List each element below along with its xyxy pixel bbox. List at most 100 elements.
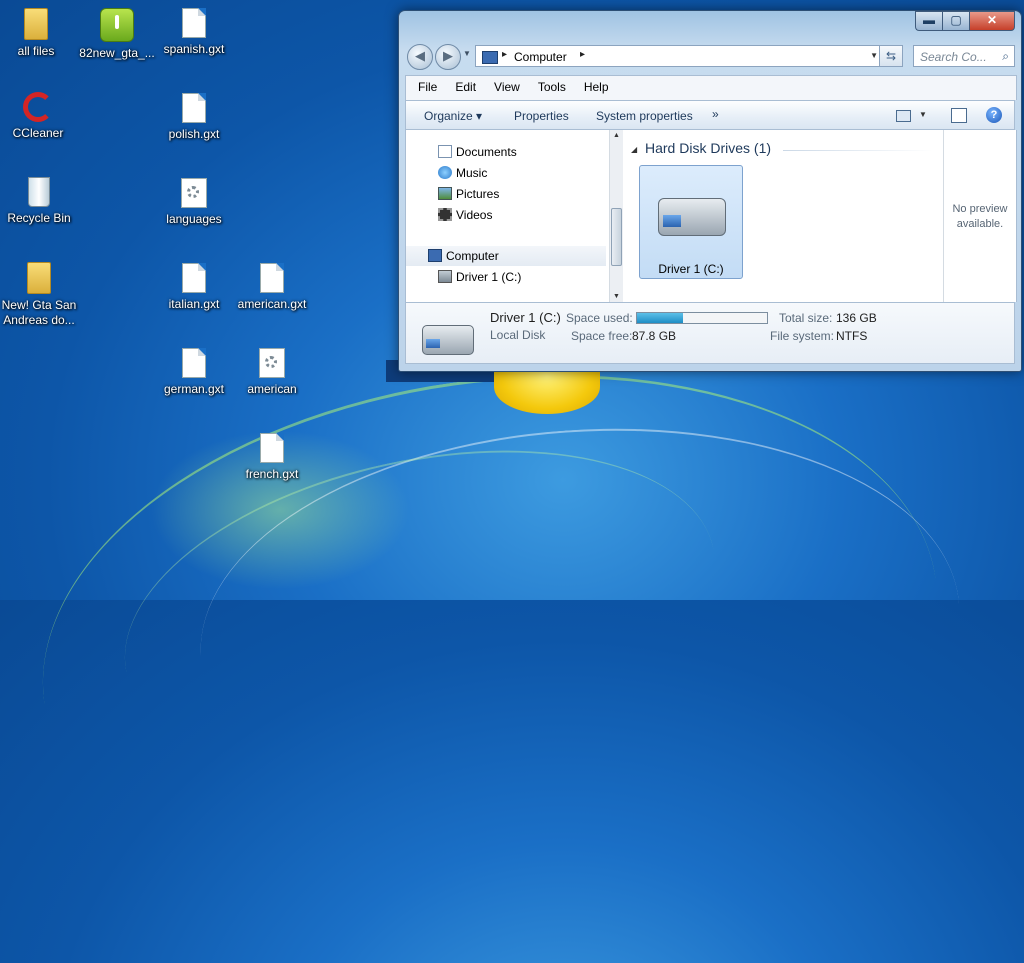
forward-arrow-icon: ▶ [443, 48, 453, 63]
change-view-icon[interactable] [896, 110, 911, 122]
nav-item-pictures[interactable]: Pictures [406, 184, 606, 204]
properties-button[interactable]: Properties [514, 109, 569, 123]
desktop-icon-label: 82new_gta_... [79, 46, 155, 60]
group-header-hard-disk-drives[interactable]: Hard Disk Drives (1) [645, 140, 771, 156]
nav-item-label: Music [456, 166, 488, 180]
search-icon[interactable]: ⌕ [1002, 49, 1009, 64]
documents-icon [438, 145, 452, 158]
preview-message: No preview available. [952, 203, 1008, 230]
folder-icon [27, 262, 51, 294]
nav-item-label: Driver 1 (C:) [456, 270, 522, 284]
drive-c-label: Driver 1 (C:) [658, 262, 724, 276]
computer-icon [428, 249, 442, 262]
search-placeholder: Search Co... [920, 50, 987, 64]
hard-drive-icon [658, 198, 726, 236]
desktop-icon-french-gxt[interactable]: french.gxt [230, 433, 314, 482]
organize-button[interactable]: Organize ▾ [424, 109, 482, 123]
nav-item-label: Computer [446, 249, 499, 263]
ccleaner-icon [23, 92, 53, 122]
breadcrumb-separator[interactable]: ▸ [580, 49, 585, 60]
desktop-icon-label: all files [17, 44, 55, 58]
nav-item-documents[interactable]: Documents [406, 142, 606, 162]
desktop-icon-american-gxt[interactable]: american.gxt [230, 263, 314, 312]
desktop-icon-all-files[interactable]: all files [0, 8, 78, 59]
search-box[interactable]: Search Co... ⌕ [913, 45, 1015, 67]
help-icon[interactable]: ? [986, 107, 1002, 123]
music-icon [438, 166, 452, 179]
preview-pane-icon[interactable] [951, 108, 967, 123]
refresh-icon: ⇆ [885, 49, 897, 63]
refresh-button[interactable]: ⇆ [879, 46, 902, 66]
close-button[interactable]: ✕ [969, 11, 1015, 31]
desktop-icon-label: american [247, 382, 297, 396]
more-commands-button[interactable]: » [712, 107, 719, 121]
view-options-dropdown[interactable]: ▼ [919, 110, 927, 119]
explorer-window: ▬ ▢ ✕ ◀ ▶ ▼ ▸ Computer ▸ ▼ ⇆ Search Co..… [398, 10, 1022, 372]
desktop-icon-american[interactable]: american [230, 348, 314, 397]
file-list-area: ◢ Hard Disk Drives (1) Driver 1 (C:) [623, 130, 943, 302]
back-arrow-icon: ◀ [415, 48, 425, 63]
preview-pane: No preview available. [943, 130, 1017, 302]
desktop-icon-ccleaner[interactable]: CCleaner [0, 92, 80, 141]
recent-pages-dropdown[interactable]: ▼ [463, 49, 471, 58]
system-properties-button[interactable]: System properties [596, 109, 693, 123]
space-used-bar [636, 312, 768, 324]
desktop-icon-spanish-gxt[interactable]: spanish.gxt [152, 8, 236, 57]
space-used-label: Space used: [566, 311, 633, 325]
breadcrumb-separator[interactable]: ▸ [502, 49, 507, 60]
menu-help[interactable]: Help [575, 76, 618, 100]
address-dropdown-icon[interactable]: ▼ [870, 51, 878, 60]
nav-item-computer[interactable]: Computer [406, 246, 606, 266]
computer-icon [482, 51, 498, 64]
desktop-icon-italian-gxt[interactable]: italian.gxt [152, 263, 236, 312]
maximize-button[interactable]: ▢ [942, 11, 969, 31]
desktop-icon-82new-gta[interactable]: 82new_gta_... [75, 8, 159, 61]
menu-edit[interactable]: Edit [446, 76, 485, 100]
address-row: ◀ ▶ ▼ ▸ Computer ▸ ▼ ⇆ Search Co... ⌕ [405, 43, 1015, 70]
collapse-group-icon[interactable]: ◢ [631, 145, 637, 154]
minimize-button[interactable]: ▬ [915, 11, 942, 31]
desktop-icon-label: New! Gta San Andreas do... [1, 298, 77, 327]
details-drive-name: Driver 1 (C:) [490, 310, 561, 325]
scrollbar-thumb[interactable] [611, 208, 622, 266]
desktop-icon-polish-gxt[interactable]: polish.gxt [152, 93, 236, 142]
nav-item-music[interactable]: Music [406, 163, 606, 183]
desktop-icon-label: french.gxt [245, 467, 299, 481]
navigation-pane: Documents Music Pictures Videos Computer… [405, 130, 610, 302]
back-button[interactable]: ◀ [407, 44, 433, 70]
scroll-up-icon[interactable]: ▲ [613, 132, 620, 139]
desktop-icon-recycle-bin[interactable]: Recycle Bin [0, 177, 81, 226]
drive-c-tile[interactable]: Driver 1 (C:) [639, 165, 743, 279]
desktop-icon-languages[interactable]: languages [152, 178, 236, 227]
document-icon [260, 433, 284, 463]
file-system-label: File system: [770, 329, 835, 343]
nav-item-drive-c[interactable]: Driver 1 (C:) [406, 267, 606, 287]
command-bar: Organize ▾ Properties System properties … [405, 100, 1015, 130]
menu-view[interactable]: View [485, 76, 529, 100]
settings-file-icon [259, 348, 285, 378]
document-icon [182, 8, 206, 38]
document-icon [182, 263, 206, 293]
menu-tools[interactable]: Tools [529, 76, 575, 100]
desktop-icon-german-gxt[interactable]: german.gxt [152, 348, 236, 397]
total-size-value: 136 GB [836, 311, 877, 325]
document-icon [260, 263, 284, 293]
scroll-down-icon[interactable]: ▼ [613, 293, 620, 300]
caption-buttons: ▬ ▢ ✕ [915, 11, 1015, 31]
videos-icon [438, 208, 452, 221]
desktop-icon-label: languages [166, 212, 222, 226]
space-free-value: 87.8 GB [632, 329, 677, 343]
address-bar[interactable]: ▸ Computer ▸ ▼ ⇆ [475, 45, 903, 67]
nav-item-videos[interactable]: Videos [406, 205, 606, 225]
document-icon [182, 93, 206, 123]
desktop-icon-gta-san-andreas-folder[interactable]: New! Gta San Andreas do... [0, 262, 81, 328]
pictures-icon [438, 187, 452, 200]
forward-button[interactable]: ▶ [435, 44, 461, 70]
space-free-label: Space free: [571, 329, 633, 343]
breadcrumb-computer[interactable]: Computer [514, 50, 567, 64]
desktop-icon-label: polish.gxt [168, 127, 220, 141]
menu-file[interactable]: File [406, 76, 446, 100]
space-used-bar-fill [637, 313, 684, 323]
desktop-icon-label: american.gxt [237, 297, 307, 311]
menu-bar: File Edit View Tools Help [405, 75, 1017, 100]
